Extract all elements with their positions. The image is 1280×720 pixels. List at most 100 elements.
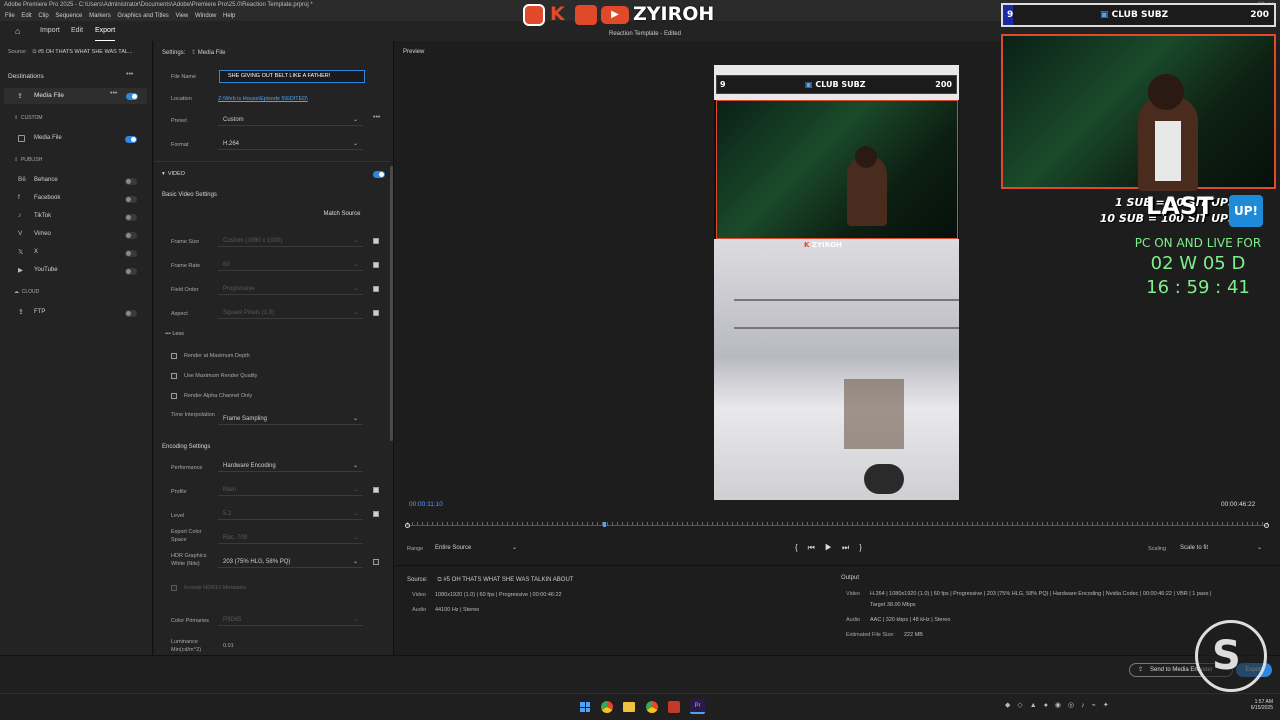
output-size-value: 222 MB	[904, 632, 923, 638]
floor-logo	[864, 464, 904, 494]
frame-rate-match-checkbox[interactable]	[373, 262, 379, 268]
menu-sequence[interactable]: Sequence	[55, 13, 82, 19]
publish-item-facebook[interactable]: f Facebook	[18, 194, 143, 204]
media-file-toggle[interactable]	[126, 93, 138, 100]
performance-select[interactable]: Hardware Encoding ⌄	[218, 460, 363, 472]
include-hdr-checkbox[interactable]	[171, 585, 177, 591]
transport-controls: {⏮▶⏭}	[795, 543, 872, 553]
render-alpha-checkbox[interactable]	[171, 393, 177, 399]
playhead[interactable]	[603, 522, 607, 527]
kick-icon: K	[550, 3, 565, 25]
windows-start-icon[interactable]	[580, 702, 590, 712]
video-toggle[interactable]	[373, 171, 385, 178]
menu-window[interactable]: Window	[195, 13, 216, 19]
publish-item-vimeo[interactable]: V Vimeo	[18, 230, 143, 240]
match-source-button[interactable]: Match Source	[319, 208, 365, 221]
taskbar: Pr ◆◇▲●◉◎♪⌁✦ 1:57 AM 6/15/2025	[0, 693, 1280, 720]
timeline-scrubber[interactable]	[405, 522, 1269, 528]
preset-more-icon[interactable]: •••	[373, 114, 380, 121]
chrome-icon-2[interactable]	[646, 701, 658, 713]
render-max-depth-checkbox[interactable]	[171, 353, 177, 359]
video-section-header[interactable]: ▾ VIDEO	[162, 171, 185, 177]
menu-markers[interactable]: Markers	[89, 13, 111, 19]
chrome-icon[interactable]	[601, 701, 613, 713]
location-link[interactable]: Z:\Web is House\Episode 5\EDITED\	[218, 96, 308, 102]
chevron-down-icon: ⌄	[352, 286, 358, 292]
less-toggle[interactable]: ••• Less	[165, 331, 184, 337]
max-render-quality-label: Use Maximum Render Quality	[184, 373, 258, 379]
output-size-label: Estimated File Size:	[846, 632, 895, 638]
publish-item-behance[interactable]: Bē Behance	[18, 176, 143, 186]
frame-size-match-checkbox[interactable]	[373, 238, 379, 244]
ftp-icon: ⇪	[18, 309, 24, 316]
home-icon[interactable]: ⌂	[15, 21, 20, 41]
publish-toggle[interactable]	[125, 268, 137, 275]
luminance-value[interactable]: 0.01	[223, 643, 234, 649]
hdr-white-checkbox[interactable]	[373, 559, 379, 565]
menu-graphics[interactable]: Graphics and Titles	[117, 13, 168, 19]
file-name-label: File Name	[171, 74, 197, 80]
publish-toggle[interactable]	[125, 214, 137, 221]
field-order-match-checkbox[interactable]	[373, 286, 379, 292]
system-clock[interactable]: 1:57 AM 6/15/2025	[1235, 699, 1273, 711]
house-door	[844, 379, 904, 449]
timecode-in[interactable]: 00:00:11:10	[409, 501, 443, 508]
menu-file[interactable]: File	[5, 13, 15, 19]
hdr-white-select[interactable]: 203 (75% HLG, 58% PQ) ⌄	[218, 556, 363, 568]
max-render-quality-checkbox[interactable]	[171, 373, 177, 379]
custom-media-file-toggle[interactable]	[125, 136, 137, 143]
twitch-icon	[575, 5, 597, 25]
scaling-label: Scaling	[1148, 546, 1167, 552]
publish-toggle[interactable]	[125, 178, 137, 185]
menu-edit[interactable]: Edit	[21, 13, 31, 19]
out-point-handle[interactable]	[1264, 523, 1269, 528]
tab-import[interactable]: Import	[40, 21, 60, 41]
range-label: Range	[407, 546, 424, 552]
step-forward-icon[interactable]: ⏭	[842, 543, 859, 552]
chevron-down-icon: ⌄	[352, 416, 358, 422]
scaling-select[interactable]: Scale to fit ⌄	[1175, 542, 1267, 554]
time-interp-select[interactable]: Frame Sampling ⌄	[218, 413, 363, 425]
level-match-checkbox[interactable]	[373, 511, 379, 517]
play-icon[interactable]: ▶	[825, 543, 842, 552]
profile-match-checkbox[interactable]	[373, 487, 379, 493]
basic-video-header: Basic Video Settings	[162, 192, 217, 198]
folder-icon[interactable]	[623, 702, 635, 712]
source-info: Source: ⧉ #5 OH THATS WHAT SHE WAS TALKI…	[407, 577, 574, 583]
dest-media-file-row[interactable]: ⇪ Media File •••	[4, 88, 147, 104]
app-icon[interactable]	[668, 701, 680, 713]
cloud-header: ☁ CLOUD	[14, 289, 40, 295]
settings-panel: Settings: ⇪ Media File File Name SHE GIV…	[154, 41, 394, 655]
menu-clip[interactable]: Clip	[38, 13, 48, 19]
person-head	[855, 146, 877, 168]
aspect-match-checkbox[interactable]	[373, 310, 379, 316]
preset-select[interactable]: Custom ⌄	[218, 114, 363, 126]
ftp-toggle[interactable]	[125, 310, 137, 317]
range-select[interactable]: Entire Source ⌄	[430, 542, 522, 554]
in-point-handle[interactable]	[405, 523, 410, 528]
publish-toggle[interactable]	[125, 232, 137, 239]
publish-toggle[interactable]	[125, 250, 137, 257]
destinations-more-icon[interactable]: •••	[126, 71, 133, 78]
system-tray-icons[interactable]: ◆◇▲●◉◎♪⌁✦	[1005, 701, 1205, 713]
custom-media-file-row[interactable]: Media File	[18, 134, 143, 144]
format-select[interactable]: H.264 ⌄	[218, 138, 363, 150]
step-back-icon[interactable]: ⏮	[808, 543, 825, 552]
menu-view[interactable]: View	[175, 13, 188, 19]
publish-item-tiktok[interactable]: ♪ TikTok	[18, 212, 143, 222]
sub-goal-bar: 9 ▣ CLUB SUBZ 200	[1001, 3, 1276, 27]
mark-in-icon[interactable]: {	[795, 543, 808, 552]
tab-edit[interactable]: Edit	[71, 21, 83, 41]
ftp-row[interactable]: ⇪ FTP	[18, 308, 143, 318]
mark-out-icon[interactable]: }	[859, 543, 872, 552]
file-name-input[interactable]: SHE GIVING OUT BELT LIKE A FATHER!	[219, 70, 365, 83]
premiere-icon[interactable]: Pr	[690, 699, 705, 714]
media-file-more-icon[interactable]: •••	[110, 90, 117, 97]
tab-export[interactable]: Export	[95, 21, 116, 41]
publish-item-x[interactable]: 𝕏X	[18, 248, 143, 258]
publish-item-youtube[interactable]: ▶ YouTube	[18, 266, 143, 276]
time-interp-label: Time Interpolation	[171, 412, 215, 418]
publish-toggle[interactable]	[125, 196, 137, 203]
menu-help[interactable]: Help	[223, 13, 235, 19]
settings-scrollbar[interactable]	[390, 166, 393, 441]
